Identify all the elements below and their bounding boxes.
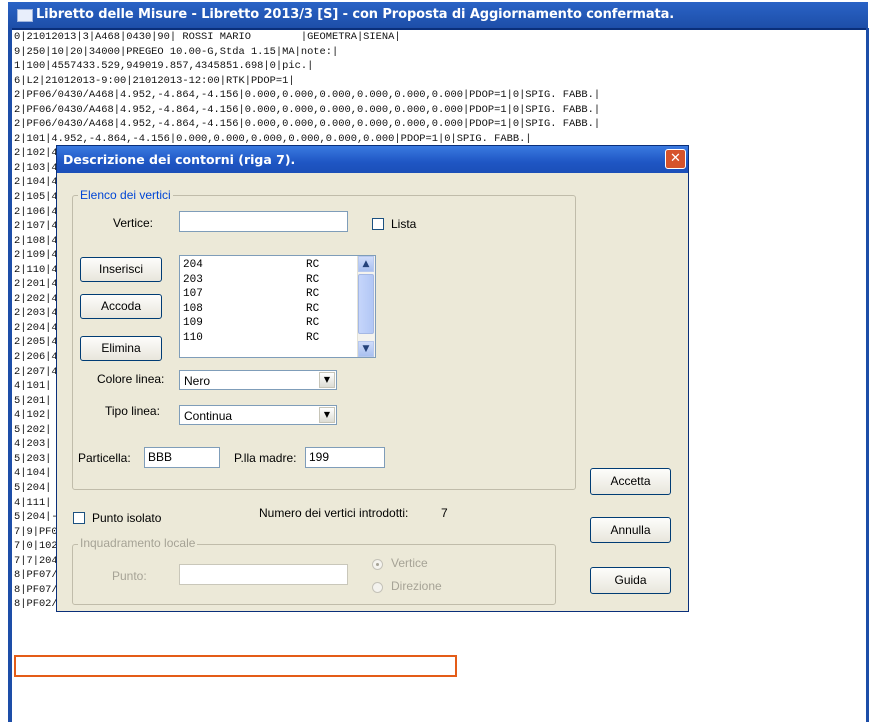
group-inquadramento-title: Inquadramento locale	[78, 536, 198, 550]
text-line: 2|PF06/0430/A468|4.952,-4.864,-4.156|0.0…	[14, 118, 601, 131]
highlighted-line-marker	[14, 655, 457, 677]
scroll-up-icon[interactable]: ▲	[358, 256, 374, 272]
text-line: 6|L2|21012013-9:00|21012013-12:00|RTK|PD…	[14, 74, 295, 87]
close-icon[interactable]: ✕	[665, 149, 686, 169]
contorni-dialog: Descrizione dei contorni (riga 7). ✕ Ele…	[56, 145, 689, 612]
vertices-list[interactable]: 110 RC 109 RC 108 RC 107 RC 203 RC 204 RC ▲ ▼	[179, 255, 376, 358]
vertex-id: 109	[183, 317, 203, 329]
vertex-code: RC	[306, 273, 320, 286]
list-item[interactable]: 110 RC	[183, 331, 319, 345]
vertex-code: RC	[306, 302, 320, 315]
particella-label: Particella:	[78, 451, 131, 465]
dialog-title: Descrizione dei contorni (riga 7).	[63, 152, 296, 167]
window-border-left	[8, 28, 12, 722]
list-item[interactable]: 109 RC	[183, 317, 319, 330]
colore-linea-select[interactable]: Nero ▼	[179, 370, 337, 390]
vertice-label: Vertice:	[113, 216, 154, 230]
dialog-titlebar: Descrizione dei contorni (riga 7). ✕	[57, 146, 688, 173]
window-title: Libretto delle Misure - Libretto 2013/3 …	[36, 7, 675, 22]
window-border-right	[866, 28, 869, 722]
madre-label: P.lla madre:	[234, 451, 297, 465]
guida-button[interactable]: Guida	[590, 567, 671, 594]
particella-input[interactable]: BBB	[144, 447, 220, 468]
vertex-id: 110	[183, 331, 203, 344]
annulla-button[interactable]: Annulla	[590, 517, 671, 543]
inserisci-button[interactable]: Inserisci	[80, 257, 162, 282]
chevron-down-icon[interactable]: ▼	[319, 372, 335, 388]
text-line: 9|250|10|20|34000|PREGEO 10.00-G,Stda 1.…	[14, 45, 339, 58]
app-icon	[17, 9, 33, 22]
list-item[interactable]: 108 RC	[183, 302, 319, 316]
dialog-body: Elenco dei vertici Vertice: Lista Inseri…	[60, 173, 685, 609]
tipo-linea-value: Continua	[184, 409, 233, 423]
punto-isolato-checkbox[interactable]	[73, 512, 85, 524]
scroll-thumb[interactable]	[358, 274, 374, 334]
vertex-code: RC	[306, 259, 320, 271]
madre-input[interactable]: 199	[305, 447, 385, 468]
punto-input	[179, 564, 348, 585]
vertex-id: 204	[183, 259, 203, 271]
text-line: 2|PF06/0430/A468|4.952,-4.864,-4.156|0.0…	[14, 89, 601, 102]
num-vertici-value: 7	[441, 506, 448, 520]
main-window: Libretto delle Misure - Libretto 2013/3 …	[0, 0, 875, 722]
vertices-list-scrollbar[interactable]: ▲ ▼	[357, 256, 375, 357]
list-item[interactable]: 107 RC	[183, 288, 319, 301]
window-titlebar: Libretto delle Misure - Libretto 2013/3 …	[8, 2, 868, 30]
vertice-radio-label: Vertice	[391, 556, 428, 570]
scroll-down-icon[interactable]: ▼	[358, 341, 374, 357]
text-line: 0|21012013|3|A468|0430|90| ROSSI MARIO |…	[14, 31, 401, 43]
colore-linea-value: Nero	[184, 374, 211, 388]
accetta-button[interactable]: Accetta	[590, 468, 671, 495]
text-line: 1|100|4557433.529,949019.857,4345851.698…	[14, 60, 314, 73]
tipo-linea-label: Tipo linea:	[105, 404, 160, 418]
colore-linea-label: Colore linea:	[97, 372, 165, 386]
chevron-down-icon[interactable]: ▼	[319, 407, 335, 423]
list-item[interactable]: 203 RC	[183, 273, 319, 287]
direzione-radio-label: Direzione	[391, 579, 442, 593]
vertice-input[interactable]	[179, 211, 348, 232]
vertex-code: RC	[306, 331, 320, 344]
list-item[interactable]: 204 RC	[183, 259, 319, 272]
vertex-id: 108	[183, 302, 203, 315]
group-elenco-vertici-title: Elenco dei vertici	[78, 188, 173, 202]
num-vertici-label: Numero dei vertici introdotti:	[259, 506, 409, 520]
text-line: 2|PF06/0430/A468|4.952,-4.864,-4.156|0.0…	[14, 103, 601, 116]
tipo-linea-select[interactable]: Continua ▼	[179, 405, 337, 425]
accoda-button[interactable]: Accoda	[80, 294, 162, 319]
vertice-radio	[372, 559, 383, 570]
vertex-id: 203	[183, 273, 203, 286]
punto-isolato-label: Punto isolato	[92, 511, 162, 525]
vertex-id: 107	[183, 288, 203, 300]
lista-label: Lista	[391, 217, 417, 231]
lista-checkbox[interactable]	[372, 218, 384, 230]
vertex-code: RC	[306, 317, 320, 329]
elimina-button[interactable]: Elimina	[80, 336, 162, 361]
vertex-code: RC	[306, 288, 320, 300]
direzione-radio	[372, 582, 383, 593]
punto-label: Punto:	[112, 569, 147, 583]
